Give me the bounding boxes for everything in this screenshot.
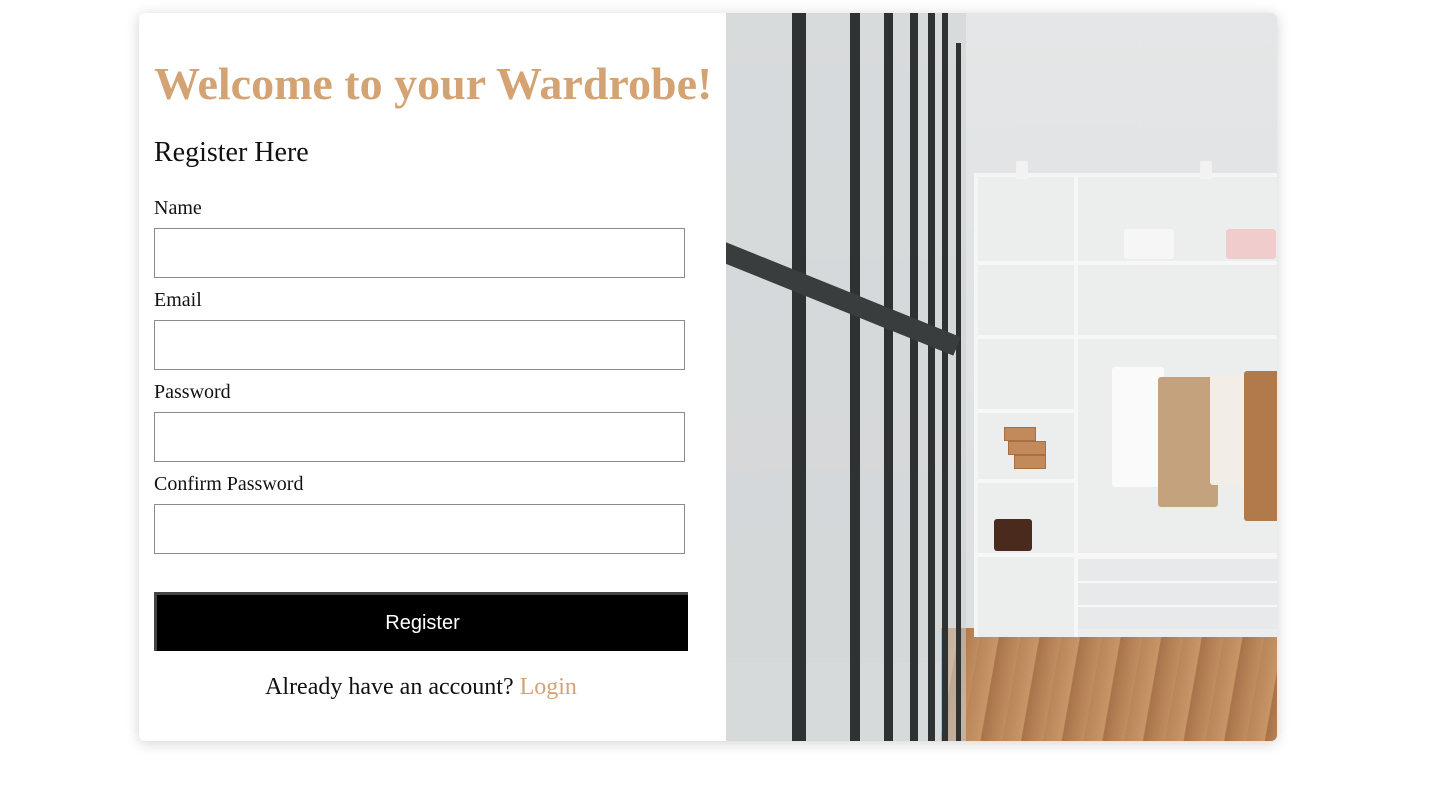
register-form-panel: Welcome to your Wardrobe! Register Here … (139, 13, 726, 741)
name-label: Name (154, 197, 202, 219)
login-link[interactable]: Login (520, 674, 577, 700)
login-prompt-text: Already have an account? (265, 674, 514, 700)
name-input[interactable] (154, 228, 685, 278)
register-button[interactable]: Register (154, 592, 688, 651)
password-input[interactable] (154, 412, 685, 462)
email-input[interactable] (154, 320, 685, 370)
form-subtitle: Register Here (154, 137, 309, 168)
wardrobe-photo (726, 13, 1277, 741)
photo-shelf-unit (974, 173, 1277, 637)
confirm-password-label: Confirm Password (154, 473, 304, 495)
confirm-password-input[interactable] (154, 504, 685, 554)
password-label: Password (154, 381, 231, 403)
photo-floor (941, 628, 1277, 741)
register-card: Welcome to your Wardrobe! Register Here … (139, 13, 1277, 741)
login-prompt-line: Already have an account? Login (154, 674, 688, 701)
email-label: Email (154, 289, 202, 311)
page-title: Welcome to your Wardrobe! (154, 58, 713, 109)
